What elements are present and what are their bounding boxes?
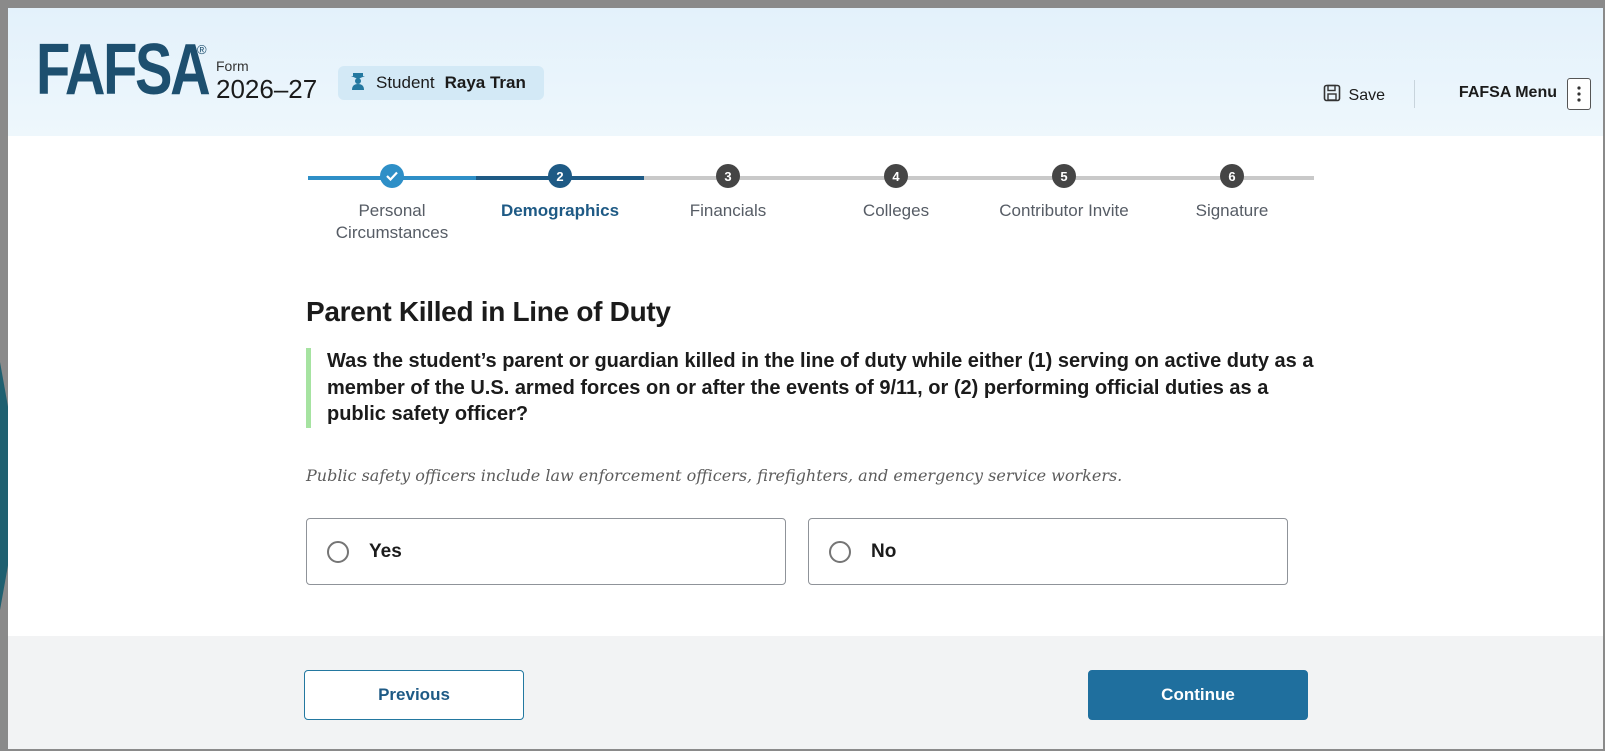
page-header: FAFSA ® Form 2026–27 Student Raya Tran S… — [8, 8, 1603, 136]
step-signature: 6 Signature — [1148, 158, 1316, 222]
continue-button[interactable]: Continue — [1088, 670, 1308, 720]
option-no[interactable]: No — [808, 518, 1288, 585]
radio-button[interactable] — [829, 540, 851, 563]
step-number: 6 — [1220, 164, 1244, 188]
graduate-icon — [350, 72, 366, 95]
student-badge: Student Raya Tran — [338, 66, 544, 100]
step-label: Demographics — [500, 201, 620, 220]
kebab-menu-icon[interactable] — [1567, 78, 1591, 110]
previous-button[interactable]: Previous — [304, 670, 524, 720]
step-number: 3 — [716, 164, 740, 188]
step-label: Colleges — [862, 201, 930, 220]
progress-stepper: Personal Circumstances 2 Demographics 3 Finan… — [308, 158, 1318, 248]
radio-button[interactable] — [327, 540, 349, 563]
save-label: Save — [1348, 86, 1385, 104]
step-number: 5 — [1052, 164, 1076, 188]
step-label: Personal Circumstances — [335, 201, 449, 243]
footer-bar — [8, 636, 1603, 749]
step-contributor-invite: 5 Contributor Invite — [980, 158, 1148, 222]
step-financials: 3 Financials — [644, 158, 812, 222]
floppy-disk-icon — [1323, 84, 1341, 107]
save-button[interactable]: Save — [1323, 84, 1385, 107]
step-personal-circumstances: Personal Circumstances — [308, 158, 476, 244]
step-label: Contributor Invite — [999, 201, 1129, 220]
header-divider — [1414, 80, 1415, 108]
option-label: No — [871, 540, 897, 562]
step-demographics: 2 Demographics — [476, 158, 644, 222]
student-name: Raya Tran — [444, 73, 526, 92]
question-text: Was the student’s parent or guardian kil… — [306, 348, 1316, 428]
fafsa-menu-button[interactable]: FAFSA Menu — [1459, 84, 1557, 102]
hint-text: Public safety officers include law enfor… — [306, 466, 1123, 485]
form-label: Form — [216, 58, 249, 74]
app-window: FAFSA ® Form 2026–27 Student Raya Tran S… — [0, 0, 1605, 751]
step-colleges: 4 Colleges — [812, 158, 980, 222]
option-label: Yes — [369, 540, 402, 562]
fafsa-logo[interactable]: FAFSA — [36, 34, 211, 106]
student-role: Student — [376, 73, 435, 92]
step-number: 2 — [548, 164, 572, 188]
page-title: Parent Killed in Line of Duty — [306, 296, 671, 327]
step-label: Financials — [689, 201, 767, 220]
form-year: 2026–27 — [216, 74, 318, 104]
step-number: 4 — [884, 164, 908, 188]
checkmark-icon — [380, 164, 404, 188]
registered-mark: ® — [197, 42, 207, 57]
option-yes[interactable]: Yes — [306, 518, 786, 585]
step-label: Signature — [1195, 201, 1269, 220]
